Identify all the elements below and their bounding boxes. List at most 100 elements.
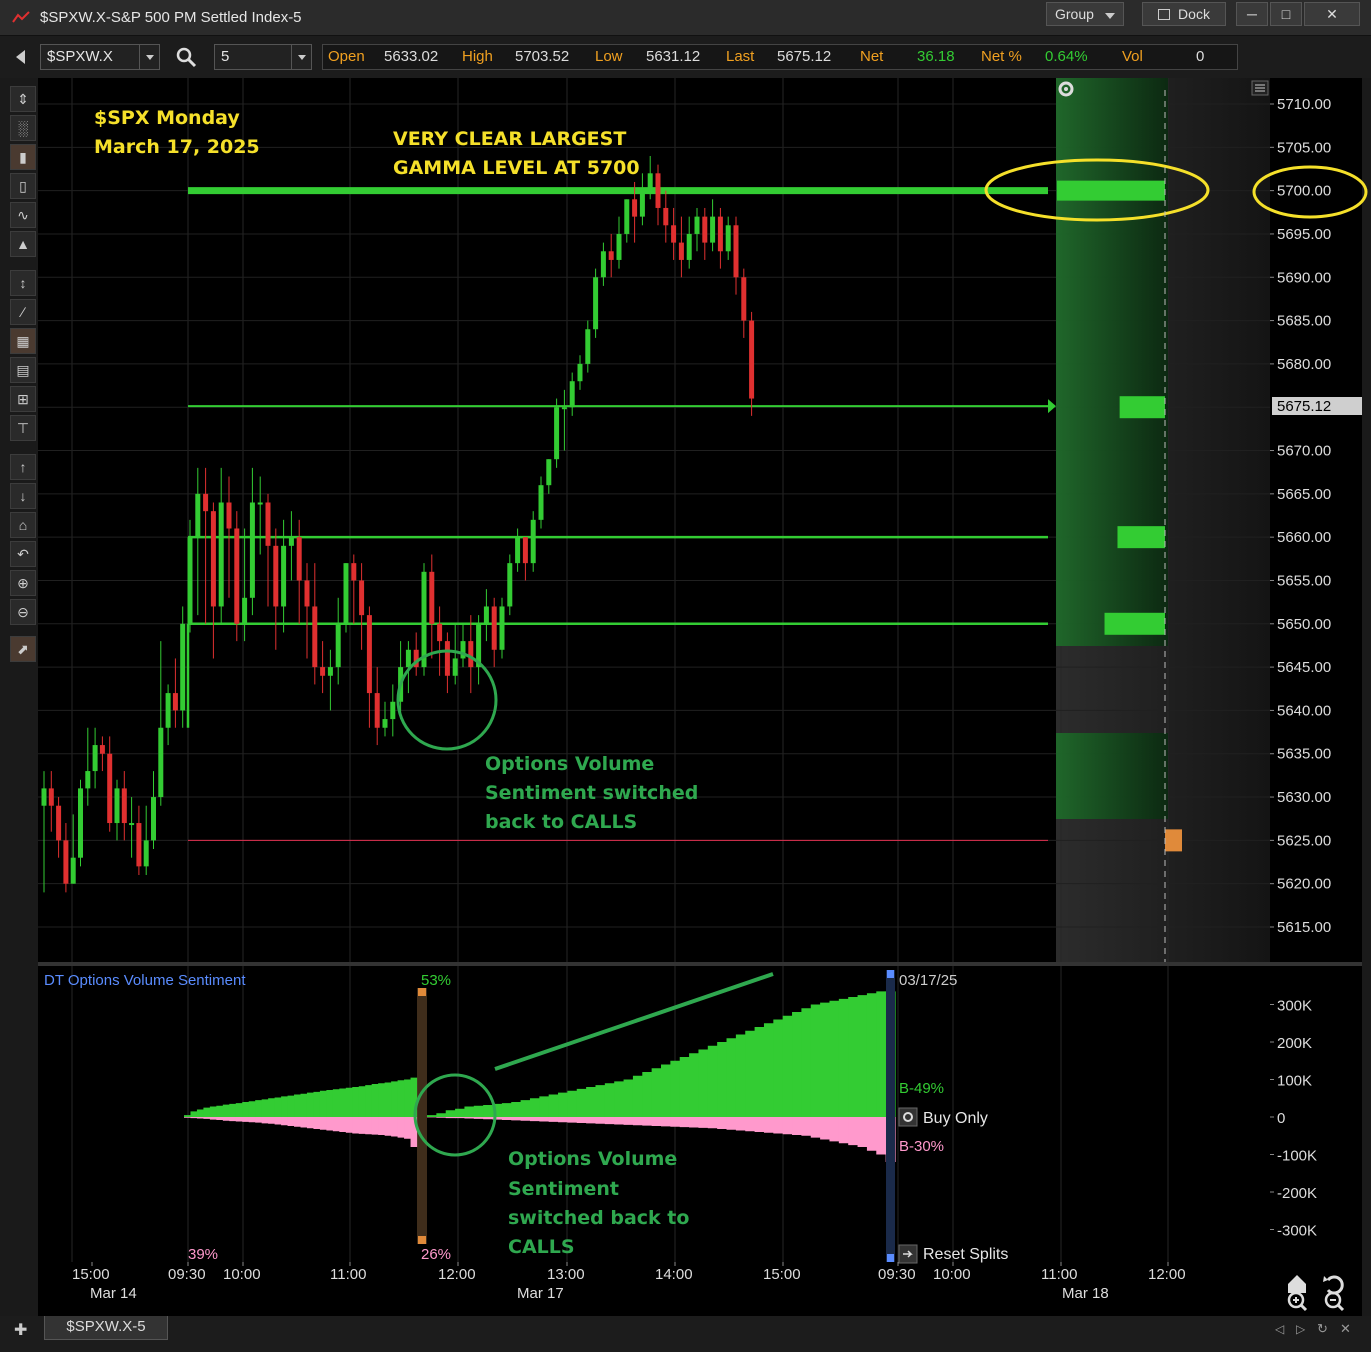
candle-body [749, 320, 755, 399]
call-bar-s1 [391, 1081, 399, 1117]
put-bar-s1 [281, 1117, 289, 1126]
buy-only-gear-icon[interactable] [898, 1107, 918, 1127]
put-bar-s2 [586, 1117, 597, 1124]
candle-body [56, 805, 62, 841]
annotation-sentiment-bottom-3: switched back to [508, 1207, 689, 1229]
sentiment-tick-label: 100K [1277, 1073, 1312, 1090]
candle-body [121, 788, 127, 824]
candle-body [203, 493, 209, 512]
profile-bar-5700 [1057, 180, 1165, 201]
candle-body [499, 606, 505, 650]
price-tick-label: 5655.00 [1277, 572, 1331, 589]
sentiment-tick-label: 300K [1277, 998, 1312, 1015]
candle-body [288, 537, 294, 546]
tab-bar: ✚ $SPXW.X-5 ◁ ▷ ↻ ✕ [0, 1316, 1371, 1352]
candle-body [210, 511, 216, 607]
time-tick-label: 11:00 [1041, 1266, 1077, 1283]
call-bar-s2 [464, 1106, 475, 1117]
reset-splits-label[interactable]: Reset Splits [923, 1246, 1008, 1263]
call-bar-s1 [404, 1079, 412, 1117]
call-bar-s1 [319, 1090, 327, 1117]
price-tick-label: 5685.00 [1277, 313, 1331, 330]
call-bar-s2 [754, 1027, 765, 1117]
date-label: Mar 18 [1062, 1285, 1109, 1302]
put-bar-s1 [397, 1117, 405, 1138]
call-bar-s1 [345, 1087, 353, 1117]
call-bar-s2 [558, 1092, 568, 1117]
call-bar-s2 [436, 1113, 447, 1117]
scroll-right-icon[interactable]: ▷ [1296, 1322, 1305, 1336]
call-bar-s1 [332, 1089, 340, 1117]
put-bar-s2 [707, 1117, 718, 1129]
candle-body [195, 493, 201, 538]
price-tick-label: 5625.00 [1277, 832, 1331, 849]
refresh-icon[interactable]: ↻ [1317, 1321, 1328, 1337]
candle-body [48, 788, 54, 806]
put-bar-s1 [242, 1117, 250, 1122]
put-bar-s2 [679, 1117, 690, 1128]
scroll-left-icon[interactable]: ◁ [1275, 1322, 1284, 1336]
price-tick-label: 5630.00 [1277, 789, 1331, 806]
sentiment-date-label: 03/17/25 [899, 972, 957, 989]
put-bar-s1 [268, 1117, 276, 1124]
put-bar-s1 [404, 1117, 412, 1139]
candle-body [63, 840, 69, 884]
put-bar-s2 [623, 1117, 634, 1125]
last-price-label: 5675.12 [1277, 398, 1331, 415]
call-bar-s1 [203, 1107, 211, 1117]
time-tick-label: 09:30 [878, 1266, 916, 1283]
price-tick-label: 5705.00 [1277, 139, 1331, 156]
profile-bar-5650 [1104, 612, 1165, 635]
candle-body [616, 233, 622, 260]
call-bar-s2 [717, 1042, 728, 1117]
tab-close-icon[interactable]: ✕ [1340, 1321, 1351, 1337]
candle-body [180, 623, 186, 711]
profile-bar-5660 [1117, 526, 1165, 549]
candle-body [608, 251, 614, 260]
call-bar-s2 [707, 1045, 718, 1117]
right-marker-bar [886, 970, 895, 1262]
time-tick-label: 12:00 [1148, 1266, 1186, 1283]
candle-body [99, 745, 105, 754]
put-bar-s2 [773, 1117, 784, 1134]
candle-body [483, 606, 489, 624]
candle-body [382, 719, 388, 728]
candle-body [312, 606, 318, 668]
put-bar-s1 [222, 1117, 230, 1121]
put-bar-s1 [319, 1117, 327, 1130]
put-bar-s2 [792, 1117, 802, 1135]
chart-canvas[interactable]: 5710.00 5705.00 5700.00 5695.00 5690.00 5685.… [0, 0, 1371, 1352]
reset-splits-icon[interactable] [898, 1244, 918, 1264]
put-bar-s2 [558, 1117, 568, 1123]
put-bar-s2 [464, 1117, 475, 1119]
call-bar-s1 [313, 1091, 321, 1117]
candle-body [129, 823, 135, 826]
buy-only-label[interactable]: Buy Only [923, 1110, 988, 1127]
candle-body [585, 329, 591, 364]
put-bar-s1 [203, 1117, 211, 1119]
call-bar-s1 [190, 1111, 198, 1117]
candle-body [444, 641, 450, 676]
put-bar-s2 [651, 1117, 662, 1126]
put-bar-s2 [735, 1117, 746, 1131]
time-tick-label: 15:00 [72, 1266, 110, 1283]
put-bar-s2 [661, 1117, 671, 1127]
call-bar-s2 [529, 1098, 540, 1117]
put-bar-s1 [184, 1117, 192, 1118]
call-bar-s1 [300, 1093, 308, 1117]
candle-body [41, 788, 47, 806]
candle-body [725, 225, 731, 252]
candle-body [421, 571, 427, 668]
call-bar-s2 [661, 1064, 671, 1117]
put-bar-s2 [642, 1117, 653, 1126]
add-tab-icon[interactable]: ✚ [14, 1320, 27, 1340]
call-bar-s1 [384, 1082, 392, 1117]
candle-body [172, 693, 178, 711]
put-bar-s1 [332, 1117, 340, 1132]
session-marker-bottom [418, 1236, 426, 1244]
call-bar-s2 [586, 1087, 597, 1117]
right-marker-bottom [887, 1254, 894, 1262]
panel-menu-icon[interactable] [1251, 80, 1269, 96]
tab-spxw[interactable]: $SPXW.X-5 [44, 1316, 168, 1340]
candle-body [694, 216, 700, 234]
